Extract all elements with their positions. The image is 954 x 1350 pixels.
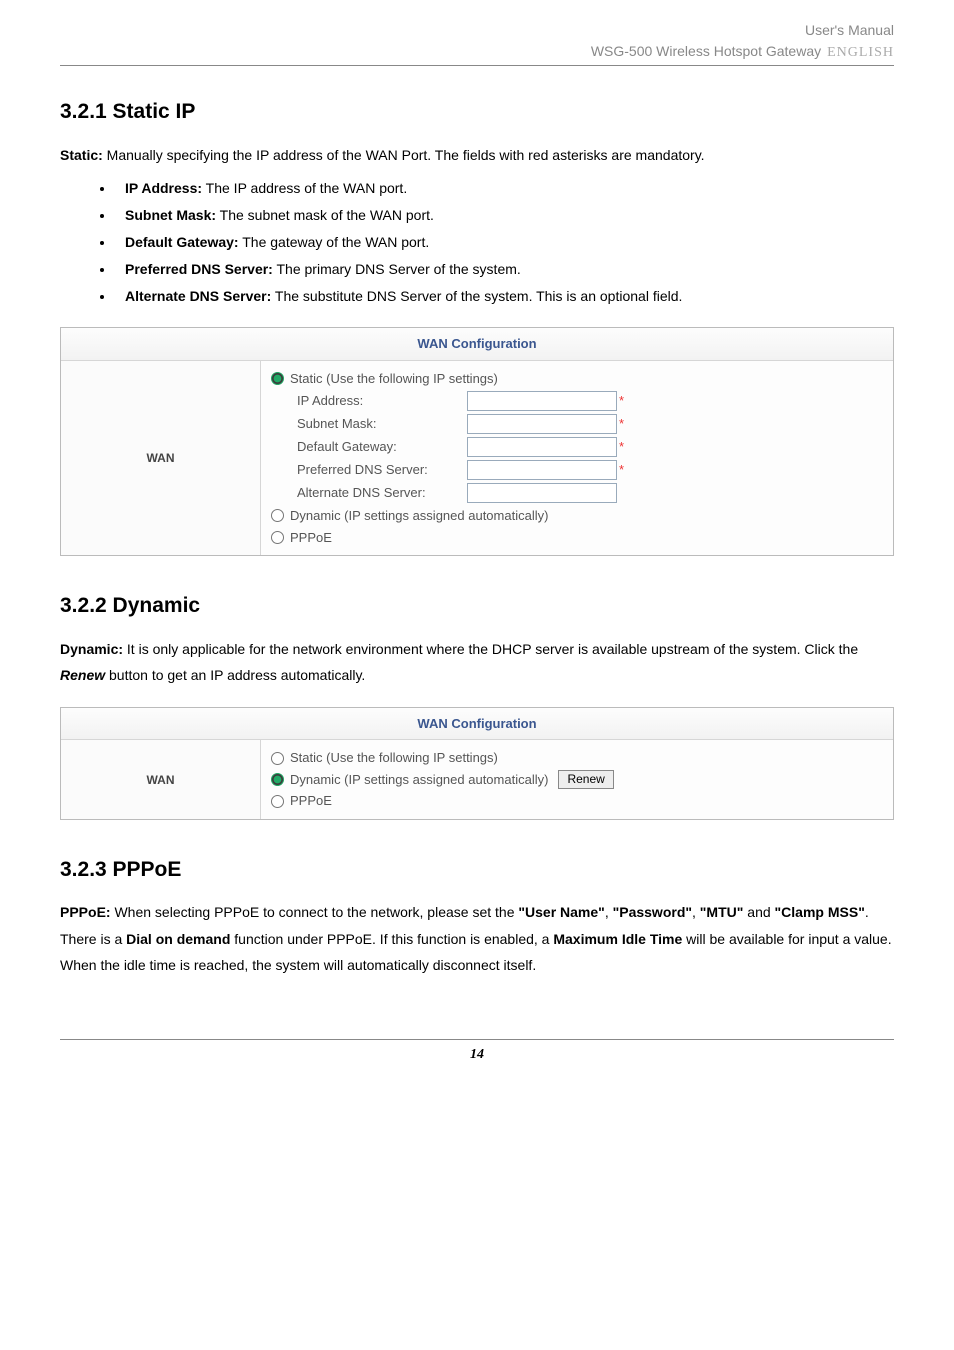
radio-static[interactable] [271, 372, 284, 385]
input-ip-address[interactable] [467, 391, 617, 411]
radio-static[interactable] [271, 752, 284, 765]
term-preferred-dns: Preferred DNS Server: [125, 261, 273, 277]
list-item: Alternate DNS Server: The substitute DNS… [115, 286, 894, 307]
term-password: "Password" [613, 904, 692, 920]
radio-line-static[interactable]: Static (Use the following IP settings) [271, 369, 883, 389]
wan-label-cell: WAN [61, 361, 261, 556]
paragraph-pppoe: PPPoE: When selecting PPPoE to connect t… [60, 899, 894, 979]
header-line2: WSG-500 Wireless Hotspot Gateway ENGLISH [60, 41, 894, 63]
header-product: WSG-500 Wireless Hotspot Gateway [591, 41, 821, 62]
label-dns2: Alternate DNS Server: [297, 483, 467, 503]
input-default-gateway[interactable] [467, 437, 617, 457]
t: and [743, 904, 774, 920]
label-ip: IP Address: [297, 391, 467, 411]
bullet-list-static: IP Address: The IP address of the WAN po… [115, 178, 894, 307]
footer-rule [60, 1039, 894, 1040]
header-language: ENGLISH [827, 42, 894, 63]
wan-config-panel-dynamic: WAN Configuration WAN Static (Use the fo… [60, 707, 894, 820]
radio-line-dynamic[interactable]: Dynamic (IP settings assigned automatica… [271, 506, 883, 526]
desc-alternate-dns: The substitute DNS Server of the system.… [271, 288, 682, 304]
label-gw: Default Gateway: [297, 437, 467, 457]
required-asterisk: * [619, 391, 624, 411]
panel-title: WAN Configuration [61, 328, 893, 361]
text-static-desc: Manually specifying the IP address of th… [103, 147, 705, 163]
list-item: IP Address: The IP address of the WAN po… [115, 178, 894, 199]
input-preferred-dns[interactable] [467, 460, 617, 480]
text-dynamic2: button to get an IP address automaticall… [105, 667, 365, 683]
desc-ip-address: The IP address of the WAN port. [202, 180, 407, 196]
label-mask: Subnet Mask: [297, 414, 467, 434]
radio-line-pppoe[interactable]: PPPoE [271, 528, 883, 548]
term-username: "User Name" [518, 904, 604, 920]
list-item: Preferred DNS Server: The primary DNS Se… [115, 259, 894, 280]
field-default-gateway: Default Gateway: * [297, 437, 883, 457]
term-subnet-mask: Subnet Mask: [125, 207, 216, 223]
radio-label-dynamic: Dynamic (IP settings assigned automatica… [290, 506, 548, 526]
term-max-idle-time: Maximum Idle Time [553, 931, 682, 947]
heading-static-ip: 3.2.1 Static IP [60, 96, 894, 128]
desc-default-gateway: The gateway of the WAN port. [239, 234, 430, 250]
radio-pppoe[interactable] [271, 795, 284, 808]
term-static: Static: [60, 147, 103, 163]
paragraph-static: Static: Manually specifying the IP addre… [60, 142, 894, 169]
radio-pppoe[interactable] [271, 531, 284, 544]
input-alternate-dns[interactable] [467, 483, 617, 503]
required-asterisk: * [619, 437, 624, 457]
radio-line-static[interactable]: Static (Use the following IP settings) [271, 748, 883, 768]
desc-preferred-dns: The primary DNS Server of the system. [273, 261, 521, 277]
term-alternate-dns: Alternate DNS Server: [125, 288, 271, 304]
radio-label-static: Static (Use the following IP settings) [290, 748, 498, 768]
required-asterisk: * [619, 460, 624, 480]
term-mtu: "MTU" [700, 904, 744, 920]
radio-dynamic[interactable] [271, 509, 284, 522]
header-line1: User's Manual [60, 20, 894, 41]
desc-subnet-mask: The subnet mask of the WAN port. [216, 207, 434, 223]
t: function under PPPoE. If this function i… [230, 931, 553, 947]
term-default-gateway: Default Gateway: [125, 234, 239, 250]
input-subnet-mask[interactable] [467, 414, 617, 434]
heading-pppoe: 3.2.3 PPPoE [60, 854, 894, 886]
t: When selecting PPPoE to connect to the n… [111, 904, 519, 920]
radio-label-pppoe: PPPoE [290, 528, 332, 548]
t: , [692, 904, 700, 920]
page-number: 14 [60, 1044, 894, 1065]
page-header: User's Manual WSG-500 Wireless Hotspot G… [60, 20, 894, 66]
term-clamp-mss: "Clamp MSS" [775, 904, 865, 920]
t: , [605, 904, 613, 920]
renew-button[interactable]: Renew [558, 770, 613, 789]
radio-label-static: Static (Use the following IP settings) [290, 369, 498, 389]
required-asterisk: * [619, 414, 624, 434]
term-pppoe: PPPoE: [60, 904, 111, 920]
wan-label-cell: WAN [61, 740, 261, 819]
heading-dynamic: 3.2.2 Dynamic [60, 590, 894, 622]
label-dns1: Preferred DNS Server: [297, 460, 467, 480]
radio-dynamic[interactable] [271, 773, 284, 786]
paragraph-dynamic: Dynamic: It is only applicable for the n… [60, 636, 894, 689]
radio-line-pppoe[interactable]: PPPoE [271, 791, 883, 811]
list-item: Subnet Mask: The subnet mask of the WAN … [115, 205, 894, 226]
wan-config-panel-static: WAN Configuration WAN Static (Use the fo… [60, 327, 894, 556]
field-subnet-mask: Subnet Mask: * [297, 414, 883, 434]
term-renew: Renew [60, 667, 105, 683]
field-ip-address: IP Address: * [297, 391, 883, 411]
term-dynamic: Dynamic: [60, 641, 123, 657]
field-alternate-dns: Alternate DNS Server: [297, 483, 883, 503]
text-dynamic1: It is only applicable for the network en… [123, 641, 858, 657]
radio-label-pppoe: PPPoE [290, 791, 332, 811]
list-item: Default Gateway: The gateway of the WAN … [115, 232, 894, 253]
term-dial-on-demand: Dial on demand [126, 931, 230, 947]
panel-title: WAN Configuration [61, 708, 893, 741]
field-preferred-dns: Preferred DNS Server: * [297, 460, 883, 480]
radio-label-dynamic: Dynamic (IP settings assigned automatica… [290, 770, 548, 790]
term-ip-address: IP Address: [125, 180, 202, 196]
radio-line-dynamic[interactable]: Dynamic (IP settings assigned automatica… [271, 770, 883, 790]
